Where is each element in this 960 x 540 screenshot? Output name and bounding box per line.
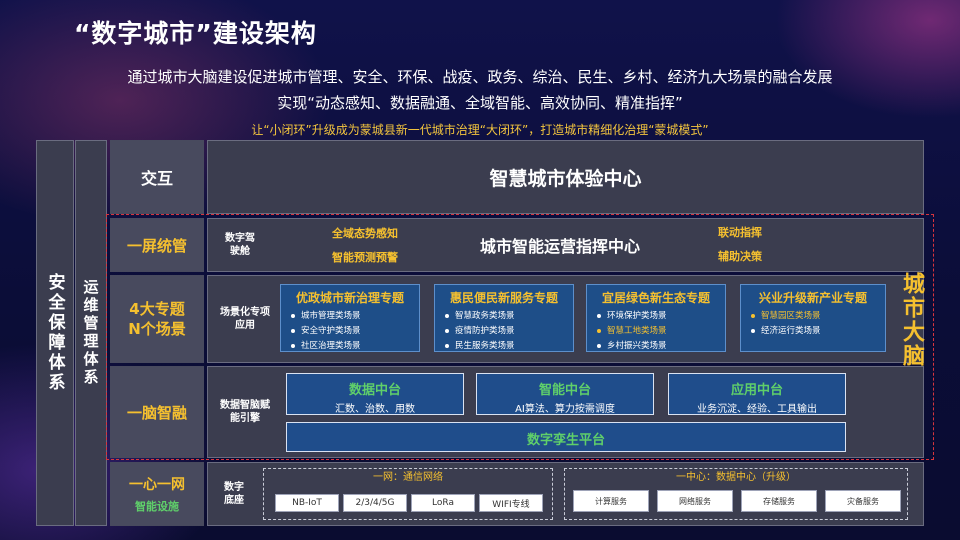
subtitle-goals: 通过城市大脑建设促进城市管理、安全、环保、战疫、政务、综治、民生、乡村、经济九大… [127, 68, 833, 86]
ops-system-column: 运维管理体系 [75, 140, 107, 526]
page-title: “数字城市”建设架构 [74, 19, 317, 48]
row-label-interaction: 交互 [110, 140, 204, 214]
service-chip-compute[interactable]: 计算服务 [573, 490, 649, 512]
data-center-title: 一中心：数据中心（升级） [676, 472, 796, 483]
network-chip-nbiot[interactable]: NB-IoT [275, 494, 339, 512]
network-chip-wifi[interactable]: WIFI专线 [479, 494, 543, 512]
infra-sublabel: 智能设施 [135, 500, 179, 513]
service-chip-disaster[interactable]: 灾备服务 [825, 490, 901, 512]
digital-base-label: 数字底座 [224, 482, 244, 506]
service-chip-network[interactable]: 网络服务 [657, 490, 733, 512]
subtitle-achieve: 实现“动态感知、数据融通、全域智能、高效协同、精准指挥” [277, 94, 683, 112]
city-brain-label: 城市大脑 [899, 272, 924, 368]
city-brain-boundary [106, 214, 934, 460]
infra-label: 一心一网 [129, 477, 185, 493]
network-title: 一网：通信网络 [373, 472, 443, 483]
network-chip-lora[interactable]: LoRa [411, 494, 475, 512]
row-label-infra: 一心一网 智能设施 [110, 462, 204, 526]
network-chip-cellular[interactable]: 2/3/4/5G [343, 494, 407, 512]
subtitle-upgrade: 让“小闭环”升级成为蒙城县新一代城市治理“大闭环”，打造城市精细化治理“蒙城模式… [251, 123, 709, 137]
service-chip-storage[interactable]: 存储服务 [741, 490, 817, 512]
experience-center: 智慧城市体验中心 [207, 140, 924, 214]
security-system-column: 安全保障体系 [36, 140, 74, 526]
